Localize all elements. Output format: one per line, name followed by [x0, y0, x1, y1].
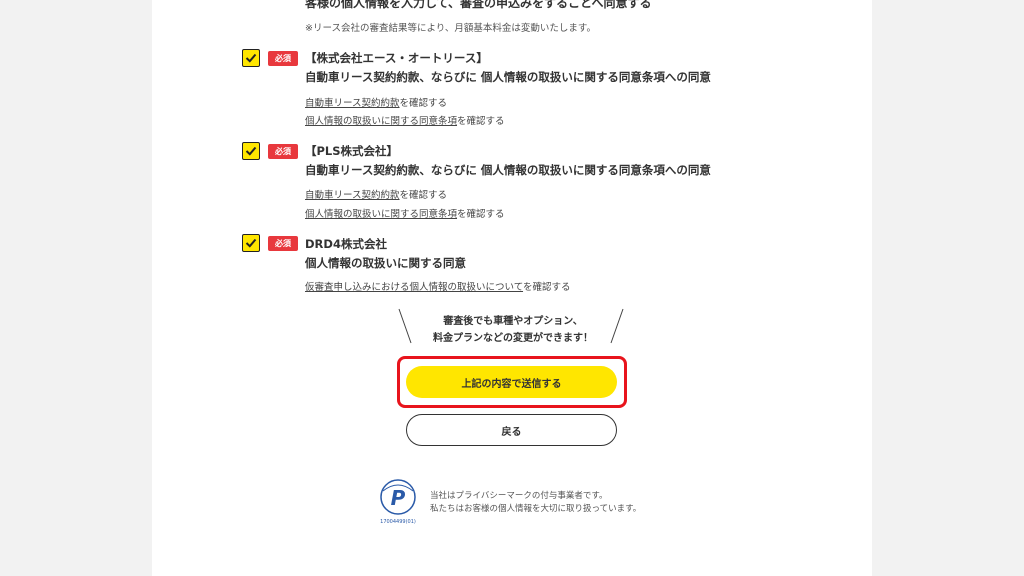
- agreement-link-row: 自動車リース契約約款を確認する: [305, 95, 447, 109]
- required-badge: 必須: [268, 51, 298, 66]
- agreement-subject: 個人情報の取扱いに関する同意: [305, 256, 466, 270]
- agreement-link-row: 個人情報の取扱いに関する同意条項を確認する: [305, 206, 505, 220]
- intro-note: ※リース会社の審査結果等により、月額基本料金は変動いたします。: [305, 23, 596, 34]
- agreement-link-row: 仮審査申し込みにおける個人情報の取扱いについてを確認する: [305, 279, 571, 293]
- required-badge: 必須: [268, 236, 298, 251]
- callout-line-1: 審査後でも車種やオプション、: [443, 316, 583, 327]
- intro-consent-text: 客様の個人情報を入力して、審査の申込みをすることへ同意する: [305, 0, 652, 10]
- privacy-terms-link[interactable]: 個人情報の取扱いに関する同意条項: [305, 116, 457, 127]
- link-suffix: を確認する: [523, 282, 571, 293]
- link-suffix: を確認する: [399, 98, 448, 109]
- check-icon: [245, 53, 257, 63]
- agreement-company: 【PLS株式会社】: [305, 144, 399, 158]
- callout-right-slash: [610, 308, 624, 344]
- agreement-checkbox-drd4[interactable]: [242, 234, 260, 252]
- link-suffix: を確認する: [457, 209, 505, 220]
- privacy-statement: 当社はプライバシーマークの付与事業者です。 私たちはお客様の個人情報を大切に取り…: [430, 490, 641, 516]
- link-suffix: を確認する: [399, 190, 448, 201]
- agreement-subject: 自動車リース契約約款、ならびに 個人情報の取扱いに関する同意条項への同意: [305, 70, 711, 84]
- submit-button[interactable]: 上記の内容で送信する: [406, 366, 617, 398]
- agreement-company: DRD4株式会社: [305, 237, 387, 251]
- callout-message: 審査後でも車種やオプション、 料金プランなどの変更ができます！: [410, 313, 616, 347]
- check-icon: [245, 238, 257, 248]
- callout-line-2: 料金プランなどの変更ができます！: [433, 333, 593, 344]
- lease-terms-link[interactable]: 自動車リース契約約款: [305, 190, 400, 201]
- agreement-subject: 自動車リース契約約款、ならびに 個人情報の取扱いに関する同意条項への同意: [305, 163, 711, 177]
- privacy-mark-number: 17004499(01): [380, 519, 416, 525]
- lease-terms-link[interactable]: 自動車リース契約約款: [305, 98, 400, 109]
- agreement-checkbox-pls[interactable]: [242, 142, 260, 160]
- privacy-mark-icon: P 17004499(01): [378, 479, 418, 525]
- link-suffix: を確認する: [457, 116, 505, 127]
- privacy-terms-link[interactable]: 個人情報の取扱いに関する同意条項: [305, 209, 457, 220]
- privacy-line-1: 当社はプライバシーマークの付与事業者です。: [430, 491, 608, 501]
- agreement-company: 【株式会社エース・オートリース】: [305, 51, 488, 65]
- provisional-privacy-link[interactable]: 仮審査申し込みにおける個人情報の取扱いについて: [305, 282, 523, 293]
- svg-text:P: P: [391, 486, 406, 510]
- check-icon: [245, 146, 257, 156]
- privacy-line-2: 私たちはお客様の個人情報を大切に取り扱っています。: [430, 504, 642, 514]
- required-badge: 必須: [268, 144, 298, 159]
- agreement-checkbox-ace[interactable]: [242, 49, 260, 67]
- back-button[interactable]: 戻る: [406, 414, 617, 446]
- agreement-link-row: 個人情報の取扱いに関する同意条項を確認する: [305, 113, 505, 127]
- agreement-link-row: 自動車リース契約約款を確認する: [305, 187, 447, 201]
